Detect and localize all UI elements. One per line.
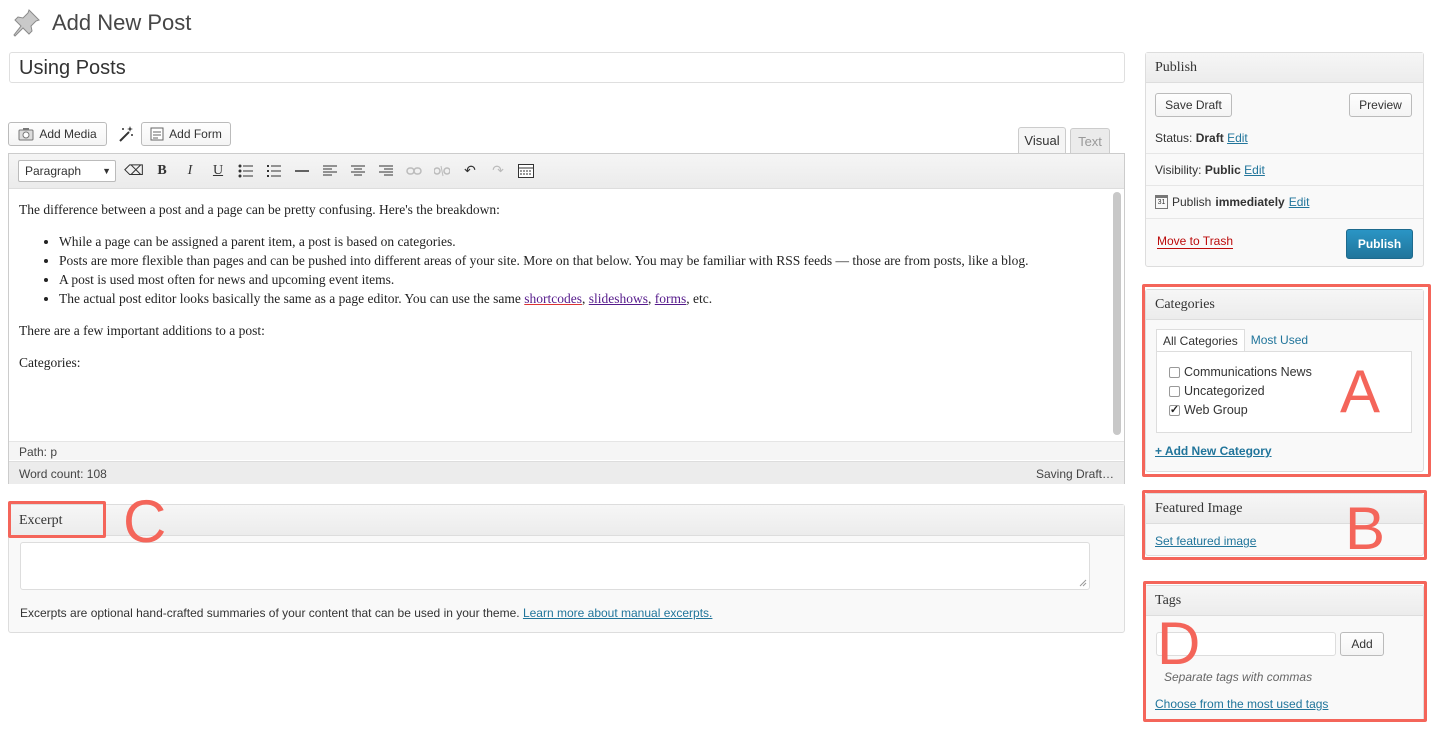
list-item-text: , etc. <box>686 291 713 306</box>
excerpt-help-text: Excerpts are optional hand-crafted summa… <box>20 606 520 620</box>
excerpt-textarea[interactable] <box>20 542 1090 590</box>
unlink-icon[interactable] <box>428 160 456 182</box>
content-paragraph: Categories: <box>19 355 81 370</box>
editor-status-bar: Word count: 108 Saving Draft… <box>9 461 1124 484</box>
calendar-icon: 31 <box>1155 195 1168 209</box>
kitchen-sink-icon[interactable] <box>512 160 540 182</box>
form-icon <box>150 127 164 141</box>
edit-status-link[interactable]: Edit <box>1227 131 1248 145</box>
add-media-label: Add Media <box>39 127 97 141</box>
bullet-list-icon[interactable] <box>232 160 260 182</box>
excerpt-box: Excerpt Excerpts are optional hand-craft… <box>8 504 1125 633</box>
shortcodes-link[interactable]: shortcodes <box>524 291 582 306</box>
publish-button[interactable]: Publish <box>1346 229 1413 259</box>
annotation-letter-a: A <box>1340 358 1381 425</box>
list-item: Posts are more flexible than pages and c… <box>59 251 1099 270</box>
align-center-icon[interactable] <box>344 160 372 182</box>
page-title: Add New Post <box>52 10 192 35</box>
list-item: The actual post editor looks basically t… <box>59 289 1099 308</box>
visibility-label: Visibility: <box>1155 163 1202 177</box>
annotation-letter-b: B <box>1345 495 1386 562</box>
schedule-row: 31 Publish immediately Edit <box>1155 195 1309 209</box>
preview-button[interactable]: Preview <box>1349 93 1412 117</box>
content-bullet-list: While a page can be assigned a parent it… <box>19 232 1099 308</box>
move-to-trash-link[interactable]: Move to Trash <box>1157 234 1234 249</box>
numbered-list-icon[interactable] <box>260 160 288 182</box>
save-draft-button[interactable]: Save Draft <box>1155 93 1232 117</box>
clear-formatting-icon[interactable]: ⌫ <box>120 160 148 182</box>
annotation-letter-c: C <box>123 488 167 555</box>
divider <box>1146 185 1423 186</box>
annotation-letter-d: D <box>1157 610 1201 677</box>
undo-icon[interactable]: ↶ <box>456 160 484 182</box>
italic-icon[interactable]: I <box>176 160 204 182</box>
redo-icon[interactable]: ↷ <box>484 160 512 182</box>
dropdown-arrow-icon: ▼ <box>102 166 111 176</box>
publish-value: immediately <box>1215 195 1285 209</box>
path-bar: Path: p <box>9 441 1124 460</box>
status-label: Status: <box>1155 131 1193 145</box>
list-item: A post is used most often for news and u… <box>59 270 1099 289</box>
add-form-button[interactable]: Add Form <box>141 122 231 146</box>
excerpt-header[interactable] <box>9 505 1124 536</box>
word-count: Word count: 108 <box>19 467 107 481</box>
forms-link[interactable]: forms <box>655 291 687 306</box>
content-paragraph: There are a few important additions to a… <box>19 323 265 338</box>
content-paragraph: The difference between a post and a page… <box>19 202 500 217</box>
add-media-button[interactable]: Add Media <box>8 122 107 146</box>
editor-scrollbar[interactable] <box>1113 192 1121 435</box>
list-item: While a page can be assigned a parent it… <box>59 232 1099 251</box>
publish-label: Publish <box>1172 195 1212 209</box>
underline-icon[interactable]: U <box>204 160 232 182</box>
visibility-row: Visibility: Public Edit <box>1155 163 1265 177</box>
insert-link-icon[interactable] <box>400 160 428 182</box>
bold-icon[interactable]: B <box>148 160 176 182</box>
camera-media-icon <box>18 128 34 141</box>
slideshows-link[interactable]: slideshows <box>589 291 648 306</box>
align-right-icon[interactable] <box>372 160 400 182</box>
horizontal-rule-icon[interactable] <box>288 160 316 182</box>
annotation-box-a <box>1142 284 1431 477</box>
magic-wand-icon[interactable] <box>118 125 134 143</box>
edit-schedule-link[interactable]: Edit <box>1289 195 1310 209</box>
pushpin-icon <box>13 9 40 37</box>
edit-visibility-link[interactable]: Edit <box>1244 163 1265 177</box>
status-row: Status: Draft Edit <box>1155 131 1248 145</box>
learn-more-excerpts-link[interactable]: Learn more about manual excerpts. <box>523 606 712 620</box>
visibility-value: Public <box>1204 163 1241 177</box>
divider <box>1146 153 1423 154</box>
resize-handle-icon[interactable] <box>1079 579 1087 587</box>
separator: , <box>582 291 589 306</box>
publish-box: Publish Save Draft Preview Status: Draft… <box>1145 52 1424 267</box>
tab-visual[interactable]: Visual <box>1018 127 1066 153</box>
list-item-text: The actual post editor looks basically t… <box>59 291 525 306</box>
page-header: Add New Post <box>10 6 191 40</box>
editor-toolbar: Paragraph ▼ ⌫ B I U ↶ ↷ <box>9 154 1124 189</box>
post-title-input[interactable]: Using Posts <box>9 52 1125 83</box>
excerpt-help: Excerpts are optional hand-crafted summa… <box>20 606 712 620</box>
tab-text[interactable]: Text <box>1070 128 1110 154</box>
align-left-icon[interactable] <box>316 160 344 182</box>
format-select-value: Paragraph <box>25 164 82 178</box>
editor-content[interactable]: The difference between a post and a page… <box>9 190 1109 441</box>
divider <box>1146 218 1423 219</box>
add-form-label: Add Form <box>169 127 222 141</box>
format-select[interactable]: Paragraph ▼ <box>18 160 116 182</box>
separator: , <box>648 291 655 306</box>
annotation-box-c <box>8 501 106 538</box>
status-value: Draft <box>1195 131 1224 145</box>
post-editor: Paragraph ▼ ⌫ B I U ↶ ↷ The difference b… <box>8 153 1125 484</box>
publish-title[interactable]: Publish <box>1146 53 1423 83</box>
autosave-status: Saving Draft… <box>1035 467 1114 481</box>
